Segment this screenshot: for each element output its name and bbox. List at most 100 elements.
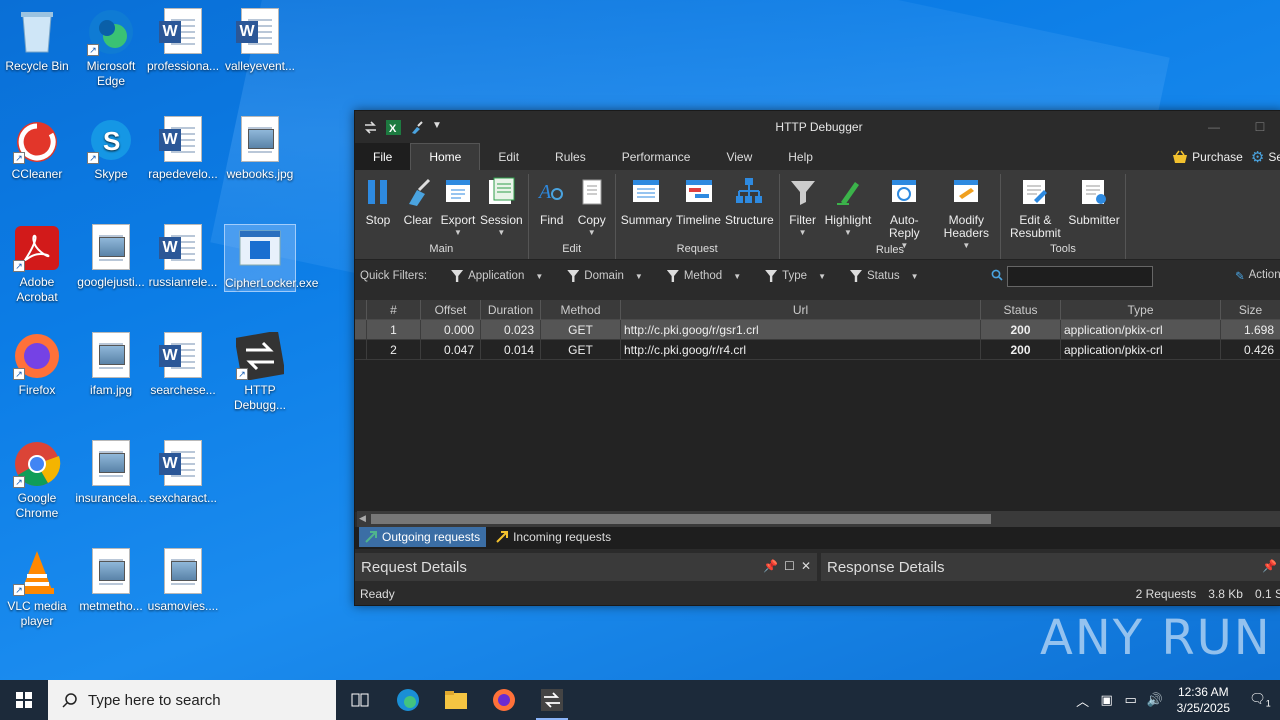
volume-icon[interactable]: 🔊 [1143, 692, 1167, 708]
purchase-button[interactable]: Purchase [1172, 150, 1243, 164]
menu-edit[interactable]: Edit [480, 143, 537, 170]
filter-method[interactable]: Method ▼ [666, 270, 741, 282]
desktop-icon-word-doc[interactable]: Wprofessiona... [147, 8, 219, 74]
desktop-icon-word-doc[interactable]: Wrapedevelo... [147, 116, 219, 182]
find-button[interactable]: A Find [532, 174, 572, 243]
desktop-icon-label: webooks.jpg [226, 167, 294, 181]
filter-application[interactable]: Application ▼ [451, 270, 543, 282]
column-header[interactable]: Type [1061, 300, 1221, 320]
desktop-icon-edge[interactable]: ↗ Microsoft Edge [75, 8, 147, 89]
menu-view[interactable]: View [708, 143, 770, 170]
firefox-taskbar-icon[interactable] [480, 680, 528, 720]
desktop-icon-image-file[interactable]: insurancela... [75, 440, 147, 506]
clock[interactable]: 12:36 AM 3/25/2025 [1167, 684, 1240, 716]
column-header[interactable]: Offset [421, 300, 481, 320]
pin-icon[interactable]: 📌 [763, 559, 778, 573]
http-debugger-taskbar-icon[interactable] [528, 680, 576, 720]
edge-taskbar-icon[interactable] [384, 680, 432, 720]
menu-rules[interactable]: Rules [537, 143, 604, 170]
timeline-icon [684, 176, 714, 208]
desktop-icon-image-file[interactable]: metmetho... [75, 548, 147, 614]
menu-home[interactable]: Home [410, 143, 481, 170]
desktop-icon-word-doc[interactable]: Wsexcharact... [147, 440, 219, 506]
clear-icon [403, 176, 433, 208]
desktop-icon-word-doc[interactable]: Wrussianrele... [147, 224, 219, 290]
network-icon[interactable]: ▭ [1119, 692, 1143, 708]
start-button[interactable] [0, 680, 48, 720]
window-title: HTTP Debugger [775, 120, 863, 134]
desktop-icon-word-doc[interactable]: Wvalleyevent... [224, 8, 296, 74]
restore-icon[interactable]: ☐ [784, 559, 795, 573]
tab-outgoing-requests[interactable]: Outgoing requests [359, 527, 487, 547]
column-header[interactable]: Size [1221, 300, 1280, 320]
column-header[interactable]: Method [541, 300, 621, 320]
desktop-icon-image-file[interactable]: webooks.jpg [224, 116, 296, 182]
scrollbar-thumb[interactable] [371, 514, 991, 524]
filter-status[interactable]: Status ▼ [849, 270, 919, 282]
desktop-icon-skype[interactable]: S ↗ Skype [75, 116, 147, 182]
ribbon-button-label: Auto-Reply [889, 213, 920, 240]
timeline-button[interactable]: Timeline [674, 174, 723, 243]
pin-icon[interactable]: 📌 [1262, 559, 1277, 573]
maximize-icon[interactable]: ☐ [1237, 111, 1280, 143]
tab-incoming-requests[interactable]: Incoming requests [490, 527, 617, 547]
desktop-icon-acrobat[interactable]: ↗ Adobe Acrobat [1, 224, 73, 305]
desktop-icon-vlc[interactable]: ↗ VLC media player [1, 548, 73, 629]
table-row[interactable]: 2 0.047 0.014 GET http://c.pki.goog/r/r4.crl… [355, 340, 1280, 360]
clear-button[interactable]: Clear [398, 174, 438, 243]
edge-icon: ↗ [87, 8, 135, 56]
chevron-up-icon[interactable]: ︿ [1071, 691, 1095, 710]
close-icon[interactable]: ✕ [801, 559, 811, 573]
column-header[interactable]: Duration [481, 300, 541, 320]
copy-button[interactable]: Copy ▼ [572, 174, 612, 243]
submitter-button[interactable]: Submitter [1066, 174, 1121, 243]
column-header[interactable]: Status [981, 300, 1061, 320]
http-debugger-icon: ↗ [234, 330, 286, 382]
structure-button[interactable]: Structure [723, 174, 776, 243]
incoming-arrow-icon [496, 531, 509, 543]
horizontal-scrollbar[interactable]: ◀ [357, 511, 1280, 527]
desktop-icon-image-file[interactable]: ifam.jpg [75, 332, 147, 398]
details-panels: Request Details 📌 ☐ ✕ Response Details 📌 [355, 553, 1280, 581]
table-row[interactable]: 1 0.000 0.023 GET http://c.pki.goog/r/gsr1.c… [355, 320, 1280, 340]
menu-performance[interactable]: Performance [604, 143, 709, 170]
menu-file[interactable]: File [355, 143, 411, 170]
session-button[interactable]: Session ▼ [478, 174, 525, 243]
desktop-icon-word-doc[interactable]: Wsearchese... [147, 332, 219, 398]
filter-type[interactable]: Type ▼ [765, 270, 826, 282]
edit-resubmit-button[interactable]: Edit & Resubmit [1004, 174, 1066, 243]
desktop-icon-recycle-bin[interactable]: Recycle Bin [1, 8, 73, 74]
menu-help[interactable]: Help [770, 143, 831, 170]
taskbar-search-box[interactable]: Type here to search [48, 680, 336, 720]
modify-headers-button[interactable]: Modify Headers ▼ [935, 174, 997, 250]
actions-button[interactable]: ✎ Action [1235, 269, 1280, 283]
window-controls: — ☐ [1191, 111, 1280, 143]
desktop-icon-image-file[interactable]: usamovies.... [147, 548, 219, 614]
settings-button[interactable]: ⚙ Se [1251, 148, 1280, 166]
highlight-button[interactable]: Highlight ▼ [823, 174, 874, 244]
desktop-icon-http-debugger[interactable]: ↗ HTTP Debugg... [224, 330, 296, 413]
desktop-icon-ccleaner[interactable]: ↗ CCleaner [1, 116, 73, 182]
desktop-icon-exe[interactable]: CipherLocker.exe [224, 224, 318, 292]
notification-icon[interactable]: 🗨1 [1240, 691, 1280, 709]
device-icon[interactable]: ▣ [1095, 692, 1119, 708]
minimize-icon[interactable]: — [1191, 111, 1237, 143]
auto-reply-button[interactable]: Auto-Reply ▼ [873, 174, 935, 250]
desktop-icon-label: usamovies.... [147, 599, 219, 613]
stop-button[interactable]: Stop [358, 174, 398, 243]
quick-filter-search-input[interactable] [1007, 266, 1153, 287]
desktop-icon-firefox[interactable]: ↗ Firefox [1, 332, 73, 398]
summary-button[interactable]: Summary [619, 174, 674, 243]
task-view-icon[interactable] [336, 680, 384, 720]
image-file-icon [159, 548, 207, 596]
desktop-icon-image-file[interactable]: googlejusti... [75, 224, 147, 290]
column-header[interactable]: Url [621, 300, 981, 320]
export-button[interactable]: Export ▼ [438, 174, 478, 243]
column-header[interactable]: # [367, 300, 421, 320]
desktop-icon-chrome[interactable]: ↗ Google Chrome [1, 440, 73, 521]
scroll-left-icon[interactable]: ◀ [359, 513, 366, 524]
file-explorer-icon[interactable] [432, 680, 480, 720]
filter-button[interactable]: Filter ▼ [783, 174, 823, 244]
cell-num: 2 [367, 340, 421, 360]
filter-domain[interactable]: Domain ▼ [567, 270, 643, 282]
